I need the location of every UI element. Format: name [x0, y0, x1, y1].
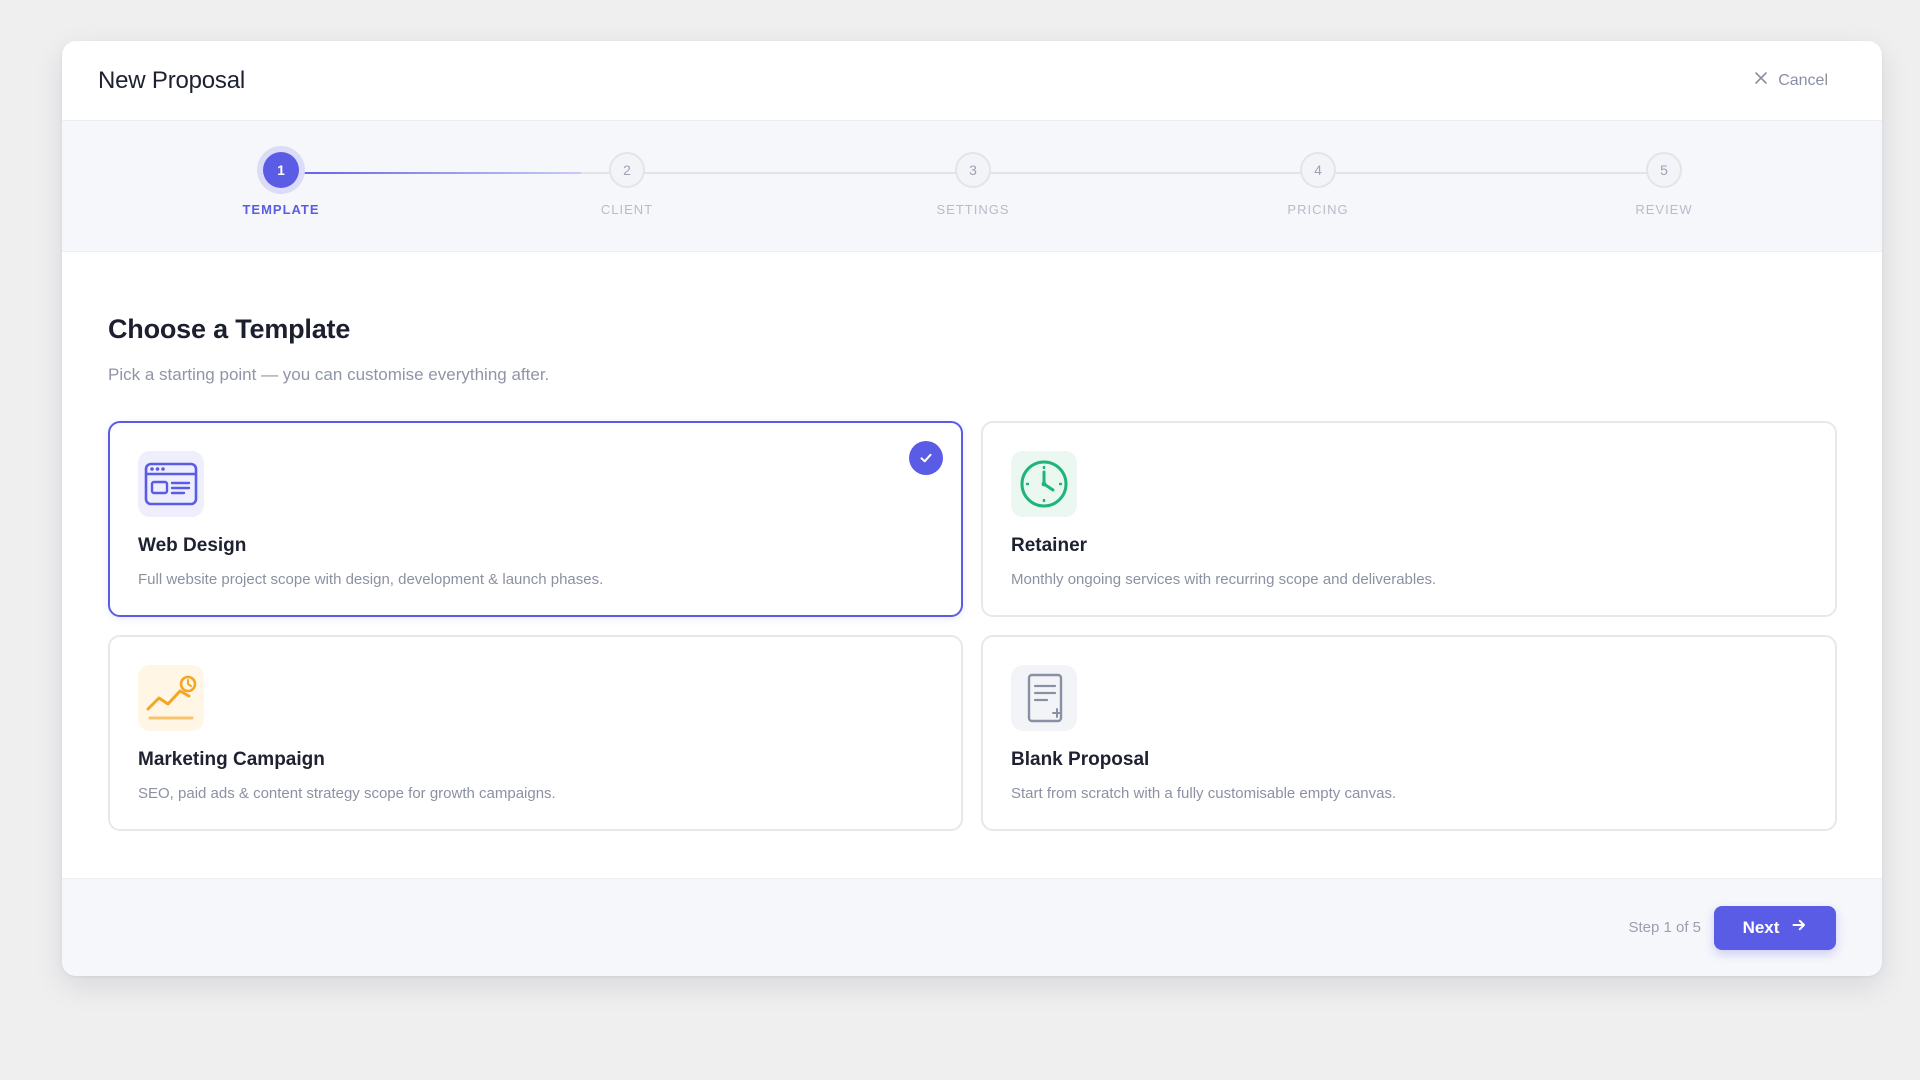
- next-button[interactable]: Next: [1714, 905, 1836, 950]
- modal-footer: Step 1 of 5 Next: [62, 878, 1882, 976]
- step-number: 3: [955, 152, 991, 188]
- template-grid: Web Design Full website project scope wi…: [108, 421, 1837, 831]
- clock-icon: [1011, 451, 1077, 517]
- template-title: Blank Proposal: [1011, 749, 1150, 770]
- step-number: 1: [263, 152, 299, 188]
- step-settings[interactable]: 3 SETTINGS: [893, 152, 1053, 217]
- step-review[interactable]: 5 REVIEW: [1584, 152, 1744, 217]
- step-number: 5: [1646, 152, 1682, 188]
- cancel-button[interactable]: Cancel: [1748, 70, 1834, 91]
- step-pricing[interactable]: 4 PRICING: [1238, 152, 1398, 217]
- step-label: REVIEW: [1635, 202, 1693, 217]
- step-count: Step 1 of 5: [1628, 919, 1701, 936]
- template-description: Full website project scope with design, …: [138, 571, 604, 588]
- template-title: Web Design: [138, 535, 247, 556]
- modal-title: New Proposal: [98, 66, 246, 94]
- section-title: Choose a Template: [108, 314, 351, 344]
- template-card-blank-proposal[interactable]: Blank Proposal Start from scratch with a…: [981, 635, 1837, 831]
- next-label: Next: [1742, 917, 1780, 937]
- step-label: PRICING: [1287, 202, 1349, 217]
- cancel-label: Cancel: [1778, 71, 1828, 89]
- growth-chart-icon: [138, 665, 204, 731]
- template-description: SEO, paid ads & content strategy scope f…: [138, 785, 556, 802]
- new-proposal-modal: New Proposal Cancel 1 TEMPLATE 2 CLIENT …: [62, 41, 1882, 976]
- step-label: SETTINGS: [936, 202, 1010, 217]
- section-subtitle: Pick a starting point — you can customis…: [108, 365, 550, 384]
- template-title: Retainer: [1011, 535, 1088, 556]
- step-number: 2: [609, 152, 645, 188]
- progress-stepper: 1 TEMPLATE 2 CLIENT 3 SETTINGS 4 PRICING…: [62, 121, 1882, 252]
- template-description: Start from scratch with a fully customis…: [1011, 785, 1397, 802]
- template-card-web-design[interactable]: Web Design Full website project scope wi…: [108, 421, 963, 617]
- step-label: CLIENT: [600, 202, 654, 217]
- browser-layout-icon: [138, 451, 204, 517]
- step-number: 4: [1300, 152, 1336, 188]
- template-selection: Choose a Template Pick a starting point …: [62, 252, 1882, 831]
- template-title: Marketing Campaign: [138, 749, 325, 770]
- step-template[interactable]: 1 TEMPLATE: [201, 152, 361, 217]
- arrow-right-icon: [1791, 917, 1807, 938]
- blank-document-icon: [1011, 665, 1077, 731]
- template-card-retainer[interactable]: Retainer Monthly ongoing services with r…: [981, 421, 1837, 617]
- template-description: Monthly ongoing services with recurring …: [1011, 571, 1437, 588]
- close-icon: [1754, 71, 1768, 90]
- template-card-marketing-campaign[interactable]: Marketing Campaign SEO, paid ads & conte…: [108, 635, 963, 831]
- step-label: TEMPLATE: [242, 202, 320, 217]
- modal-header: New Proposal Cancel: [62, 41, 1882, 121]
- selected-check-icon: [909, 441, 943, 475]
- step-client[interactable]: 2 CLIENT: [547, 152, 707, 217]
